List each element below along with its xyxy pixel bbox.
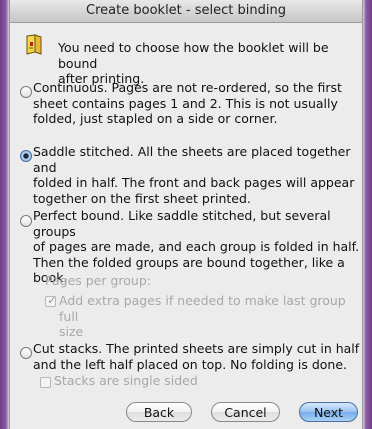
dialog-title: Create booklet - select binding [10,0,362,23]
single-sided-checkbox[interactable] [40,377,51,388]
perfect-bound-radio[interactable] [20,215,32,227]
cut-stacks-radio[interactable] [20,347,32,359]
extra-pages-label[interactable]: Add extra pages if needed to make last g… [59,293,362,340]
checkmark-icon: ✓ [47,293,58,307]
extra-pages-checkbox[interactable]: ✓ [45,293,58,307]
saddle-stitched-label[interactable]: Saddle stitched. All the sheets are plac… [33,144,362,206]
next-button[interactable]: Next [299,402,358,422]
continuous-radio[interactable] [20,86,32,98]
saddle-stitched-radio[interactable] [20,150,32,162]
booklet-icon [26,34,42,55]
pages-per-group-label: Pages per group: [45,273,151,288]
cut-stacks-label[interactable]: Cut stacks. The printed sheets are simpl… [33,341,359,372]
continuous-label[interactable]: Continuous. Pages are not re-ordered, so… [33,80,342,127]
cancel-button[interactable]: Cancel [211,402,280,422]
back-button[interactable]: Back [126,402,192,422]
single-sided-label[interactable]: Stacks are single sided [54,373,198,389]
create-booklet-dialog: Create booklet - select binding You need… [9,0,363,429]
